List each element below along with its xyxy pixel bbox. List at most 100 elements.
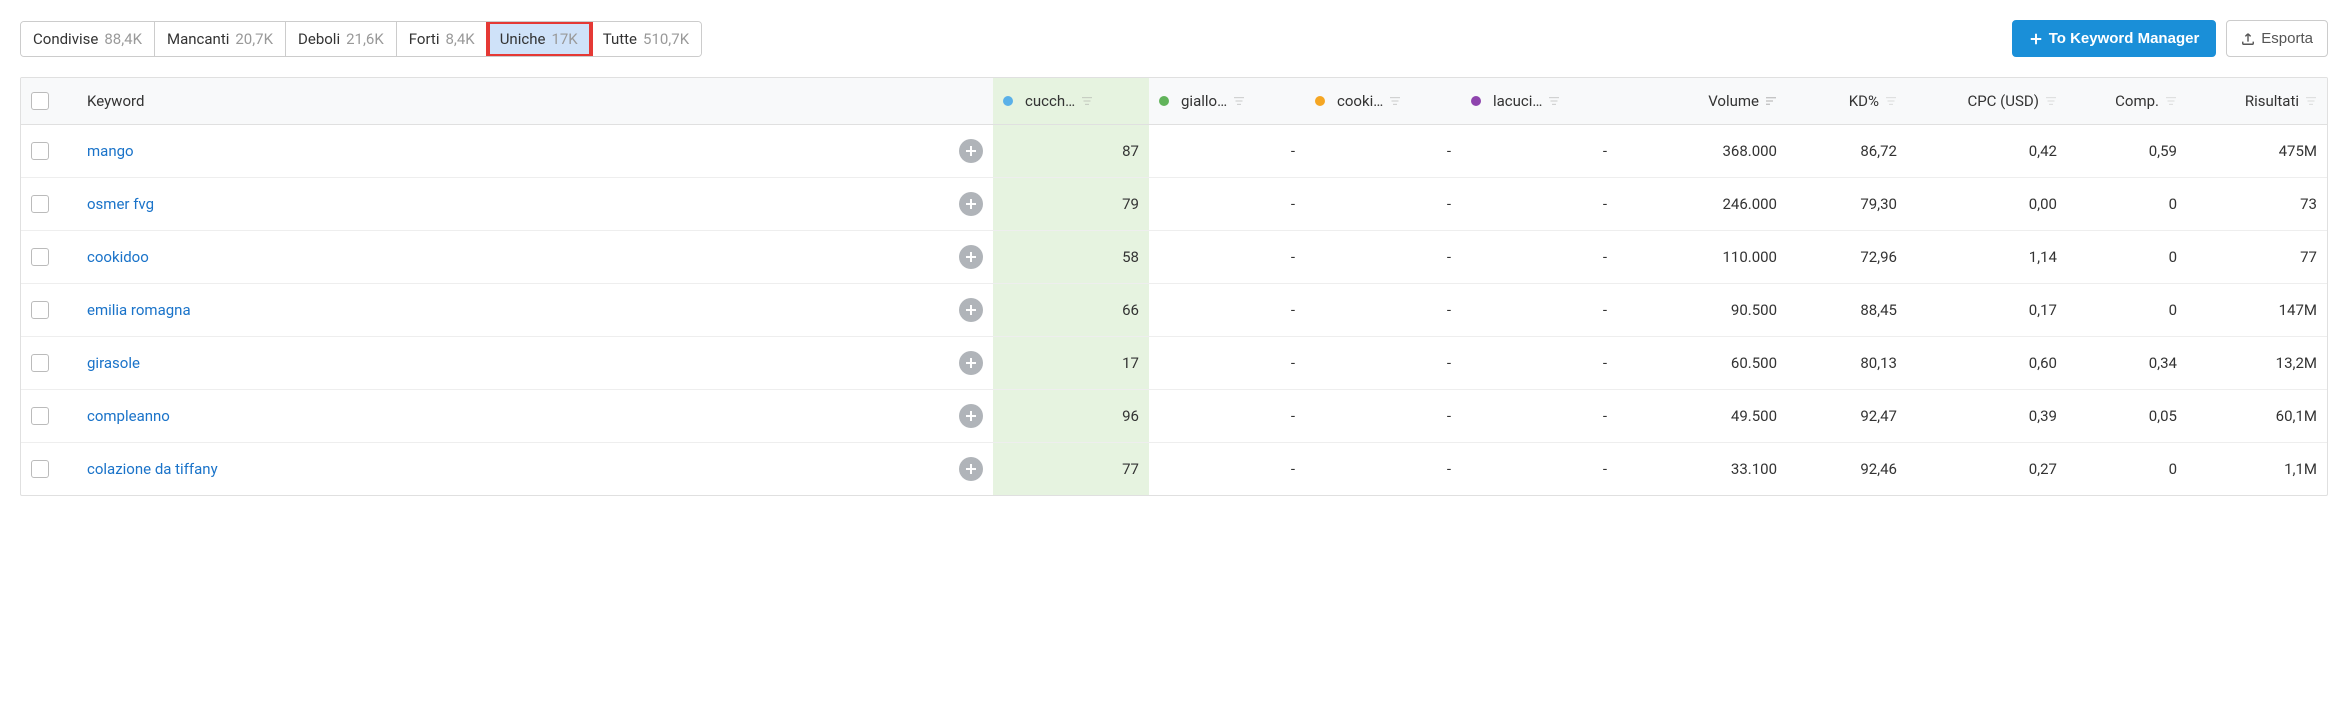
add-keyword-button[interactable] <box>959 351 983 375</box>
kd-cell: 79,30 <box>1787 178 1907 230</box>
cpc-cell: 0,00 <box>1907 178 2067 230</box>
plus-icon <box>965 145 977 157</box>
export-icon <box>2241 32 2255 46</box>
competitor-4-cell: - <box>1461 337 1617 389</box>
keyword-cell: osmer fvg <box>77 178 937 230</box>
competitor-2-cell: - <box>1149 125 1305 177</box>
keyword-cell: compleanno <box>77 390 937 442</box>
volume-cell: 60.500 <box>1617 337 1787 389</box>
keyword-link[interactable]: girasole <box>87 354 140 372</box>
tab-condivise[interactable]: Condivise88,4K <box>21 22 155 56</box>
dot-icon-purple <box>1471 96 1481 106</box>
plus-icon <box>965 304 977 316</box>
row-checkbox[interactable] <box>31 407 49 425</box>
add-keyword-button[interactable] <box>959 298 983 322</box>
add-keyword-button[interactable] <box>959 404 983 428</box>
keyword-link[interactable]: osmer fvg <box>87 195 154 213</box>
filter-icon <box>2045 95 2057 107</box>
tab-count: 20,7K <box>235 30 273 48</box>
keyword-cell: girasole <box>77 337 937 389</box>
row-checkbox[interactable] <box>31 301 49 319</box>
tab-deboli[interactable]: Deboli21,6K <box>286 22 397 56</box>
row-checkbox[interactable] <box>31 460 49 478</box>
header-checkbox-cell <box>21 78 77 124</box>
tab-label: Uniche <box>500 30 546 48</box>
add-keyword-button[interactable] <box>959 192 983 216</box>
results-cell: 73 <box>2187 178 2327 230</box>
competitor-4-cell: - <box>1461 231 1617 283</box>
table-row: compleanno 96 - - - 49.500 92,47 0,39 0,… <box>21 390 2327 443</box>
row-checkbox[interactable] <box>31 354 49 372</box>
tab-count: 8,4K <box>445 30 474 48</box>
filter-icon <box>2305 95 2317 107</box>
competitor-1-cell: 58 <box>993 231 1149 283</box>
header-competitor-3[interactable]: cooki… <box>1305 78 1461 124</box>
add-keyword-button[interactable] <box>959 457 983 481</box>
tab-mancanti[interactable]: Mancanti20,7K <box>155 22 286 56</box>
tab-count: 17K <box>551 30 577 48</box>
competitor-4-cell: - <box>1461 443 1617 495</box>
row-checkbox[interactable] <box>31 142 49 160</box>
filter-icon <box>1233 95 1245 107</box>
header-cpc[interactable]: CPC (USD) <box>1907 78 2067 124</box>
cpc-cell: 0,39 <box>1907 390 2067 442</box>
tab-forti[interactable]: Forti8,4K <box>397 22 488 56</box>
header-competitor-1[interactable]: cucch… <box>993 78 1149 124</box>
row-checkbox[interactable] <box>31 248 49 266</box>
keyword-link[interactable]: colazione da tiffany <box>87 460 218 478</box>
keyword-link[interactable]: emilia romagna <box>87 301 191 319</box>
header-comp[interactable]: Comp. <box>2067 78 2187 124</box>
plus-icon <box>965 357 977 369</box>
volume-cell: 368.000 <box>1617 125 1787 177</box>
header-competitor-4[interactable]: lacuci… <box>1461 78 1617 124</box>
row-checkbox-cell <box>21 390 77 442</box>
keyword-link[interactable]: cookidoo <box>87 248 149 266</box>
keyword-link[interactable]: compleanno <box>87 407 170 425</box>
keyword-cell: cookidoo <box>77 231 937 283</box>
kd-cell: 72,96 <box>1787 231 1907 283</box>
add-keyword-button[interactable] <box>959 139 983 163</box>
comp-cell: 0,34 <box>2067 337 2187 389</box>
competitor-1-cell: 77 <box>993 443 1149 495</box>
export-label: Esporta <box>2261 30 2313 47</box>
keyword-cell: emilia romagna <box>77 284 937 336</box>
tab-label: Condivise <box>33 30 98 48</box>
competitor-4-cell: - <box>1461 390 1617 442</box>
add-cell <box>937 231 993 283</box>
row-checkbox-cell <box>21 231 77 283</box>
competitor-1-cell: 87 <box>993 125 1149 177</box>
keyword-link[interactable]: mango <box>87 142 134 160</box>
volume-cell: 49.500 <box>1617 390 1787 442</box>
tab-count: 21,6K <box>346 30 384 48</box>
cpc-cell: 0,17 <box>1907 284 2067 336</box>
to-keyword-manager-button[interactable]: To Keyword Manager <box>2012 20 2217 57</box>
export-button[interactable]: Esporta <box>2226 20 2328 57</box>
cpc-cell: 0,60 <box>1907 337 2067 389</box>
kd-cell: 92,46 <box>1787 443 1907 495</box>
tab-tutte[interactable]: Tutte510,7K <box>591 22 701 56</box>
header-competitor-2[interactable]: giallo… <box>1149 78 1305 124</box>
tab-uniche[interactable]: Uniche 17K <box>488 22 591 56</box>
results-cell: 77 <box>2187 231 2327 283</box>
competitor-3-cell: - <box>1305 231 1461 283</box>
kd-cell: 92,47 <box>1787 390 1907 442</box>
plus-icon <box>965 463 977 475</box>
header-kd[interactable]: KD% <box>1787 78 1907 124</box>
competitor-3-cell: - <box>1305 390 1461 442</box>
select-all-checkbox[interactable] <box>31 92 49 110</box>
header-keyword[interactable]: Keyword <box>77 78 937 124</box>
volume-cell: 110.000 <box>1617 231 1787 283</box>
competitor-3-cell: - <box>1305 125 1461 177</box>
add-keyword-button[interactable] <box>959 245 983 269</box>
cpc-cell: 1,14 <box>1907 231 2067 283</box>
filter-icon <box>1081 95 1093 107</box>
comp-cell: 0,05 <box>2067 390 2187 442</box>
row-checkbox-cell <box>21 284 77 336</box>
results-cell: 475M <box>2187 125 2327 177</box>
header-volume[interactable]: Volume <box>1617 78 1787 124</box>
dot-icon-blue <box>1003 96 1013 106</box>
competitor-2-cell: - <box>1149 284 1305 336</box>
header-results[interactable]: Risultati <box>2187 78 2327 124</box>
row-checkbox-cell <box>21 125 77 177</box>
row-checkbox[interactable] <box>31 195 49 213</box>
